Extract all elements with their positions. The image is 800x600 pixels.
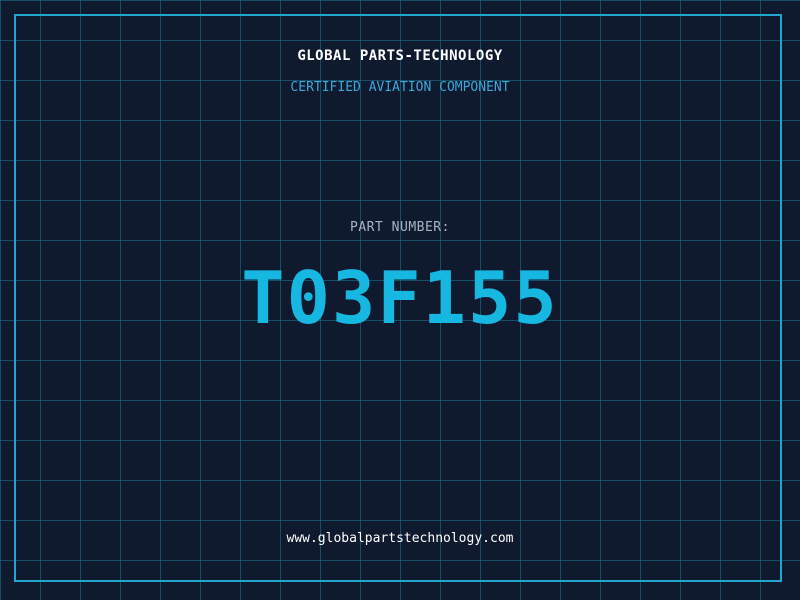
certification-tagline: CERTIFIED AVIATION COMPONENT	[290, 80, 510, 95]
part-number-label: PART NUMBER:	[350, 220, 450, 235]
website-url: www.globalpartstechnology.com	[286, 531, 514, 546]
company-name: GLOBAL PARTS-TECHNOLOGY	[297, 48, 503, 64]
label-canvas: GLOBAL PARTS-TECHNOLOGY CERTIFIED AVIATI…	[0, 0, 800, 600]
part-number-value: T03F155	[241, 256, 559, 340]
